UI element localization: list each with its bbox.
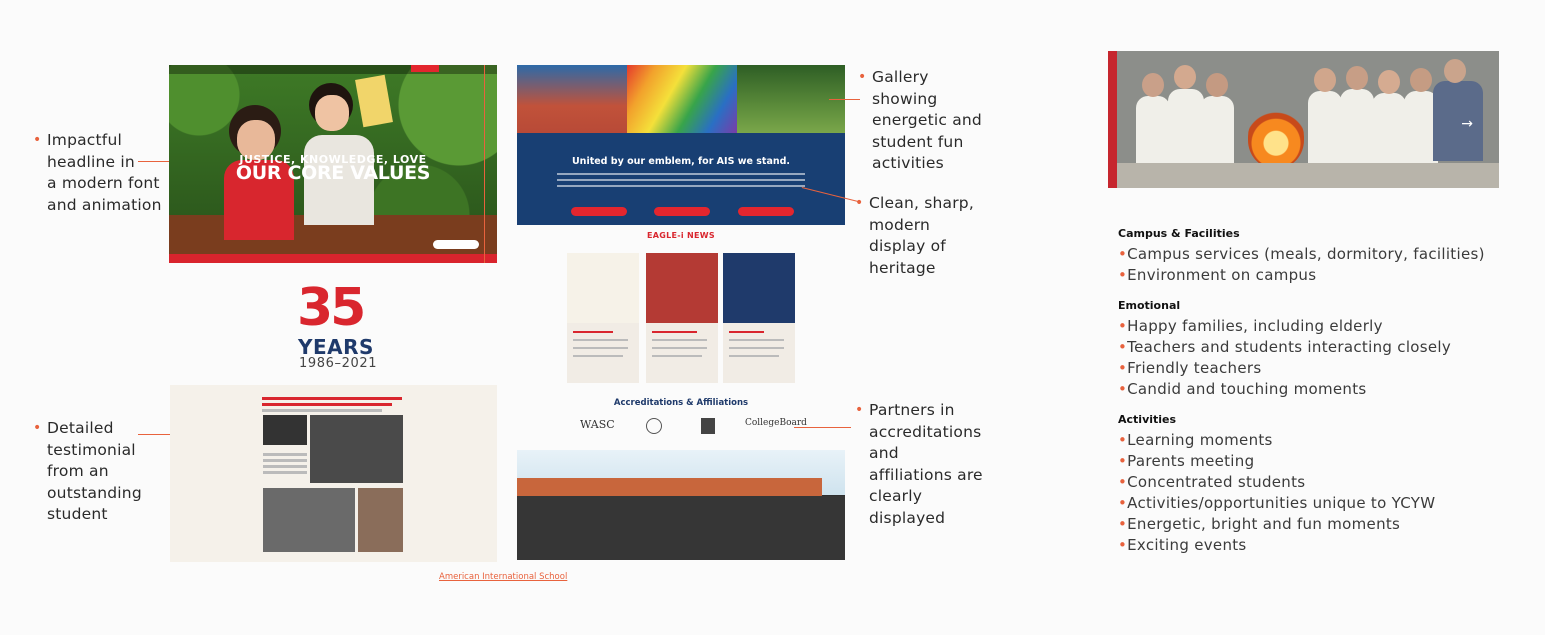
gallery-button-1[interactable]	[571, 207, 627, 216]
theme-item: •Happy families, including elderly	[1118, 317, 1383, 335]
arrow-right-icon[interactable]: →	[1461, 116, 1473, 132]
theme-item: •Friendly teachers	[1118, 359, 1262, 377]
testimonial-screenshot	[170, 385, 497, 562]
news-card[interactable]	[646, 253, 718, 383]
theme-group-campus: Campus & Facilities •Campus services (me…	[1118, 227, 1485, 286]
theme-group-emotional: Emotional •Happy families, including eld…	[1118, 299, 1451, 400]
annotation-partners: • Partners in accreditations and affilia…	[855, 401, 983, 527]
annotation-gallery: • Gallery showing energetic and student …	[858, 68, 982, 172]
theme-item: •Exciting events	[1118, 536, 1247, 554]
accreditations-title: Accreditations & Affiliations	[613, 398, 749, 408]
site-nav-bar	[169, 65, 497, 74]
wasc-logo: WASC	[580, 418, 615, 431]
gallery-button-3[interactable]	[738, 207, 794, 216]
theme-item: •Parents meeting	[1118, 452, 1255, 470]
leader-line-gallery	[829, 99, 860, 100]
gallery-photo-running	[517, 65, 627, 133]
theme-item: •Energetic, bright and fun moments	[1118, 515, 1401, 533]
bullet-dot: •	[33, 420, 42, 436]
theme-group-activities: Activities •Learning moments •Parents me…	[1118, 413, 1435, 556]
annotation-headline: • Impactful headline in a modern font an…	[33, 131, 162, 214]
theme-item: •Candid and touching moments	[1118, 380, 1367, 398]
bullet-dot: •	[855, 402, 864, 418]
hero-title: OUR CORE VALUES	[235, 162, 431, 184]
nav-apply-button[interactable]	[411, 65, 439, 72]
annotation-testimonial: • Detailed testimonial from an outstandi…	[33, 419, 142, 523]
theme-heading: Emotional	[1118, 299, 1181, 312]
chat-button[interactable]	[433, 240, 479, 249]
footer-screenshot	[517, 450, 845, 560]
bullet-dot: •	[33, 132, 42, 148]
theme-heading: Activities	[1118, 413, 1177, 426]
classroom-photo: →	[1108, 51, 1499, 188]
bullet-dot: •	[855, 195, 864, 211]
anniversary-dates: 1986–2021	[299, 356, 378, 371]
hero-screenshot: JUSTICE, KNOWLEDGE, LOVE OUR CORE VALUES	[169, 65, 497, 263]
source-link[interactable]: American International School	[439, 572, 567, 582]
seal-logo	[646, 418, 662, 434]
theme-heading: Campus & Facilities	[1118, 227, 1240, 240]
theme-item: •Learning moments	[1118, 431, 1273, 449]
theme-item: •Campus services (meals, dormitory, faci…	[1118, 245, 1485, 263]
leader-line-partners	[794, 427, 851, 428]
anniversary-number: 35	[297, 278, 366, 338]
gallery-button-2[interactable]	[654, 207, 710, 216]
theme-item: •Teachers and students interacting close…	[1118, 338, 1452, 356]
theme-item: •Activities/opportunities unique to YCYW	[1118, 494, 1436, 512]
badge-logo	[701, 418, 715, 434]
theme-item: •Environment on campus	[1118, 266, 1317, 284]
annotation-marker	[484, 65, 485, 263]
news-card[interactable]	[723, 253, 795, 383]
gallery-headline: United by our emblem, for AIS we stand.	[571, 156, 791, 167]
fire-experiment	[1248, 106, 1304, 168]
annotation-heritage: • Clean, sharp, modern display of herita…	[855, 194, 974, 277]
campus-illustration	[517, 478, 822, 496]
news-section-title: EAGLE-i NEWS	[647, 231, 715, 240]
gallery-screenshot: United by our emblem, for AIS we stand.	[517, 65, 845, 225]
gallery-photo-parachute	[627, 65, 737, 133]
announcement-bar	[169, 254, 497, 263]
social-sidebar	[1108, 51, 1117, 188]
bullet-dot: •	[858, 69, 867, 85]
theme-item: •Concentrated students	[1118, 473, 1306, 491]
news-card[interactable]	[567, 253, 639, 383]
